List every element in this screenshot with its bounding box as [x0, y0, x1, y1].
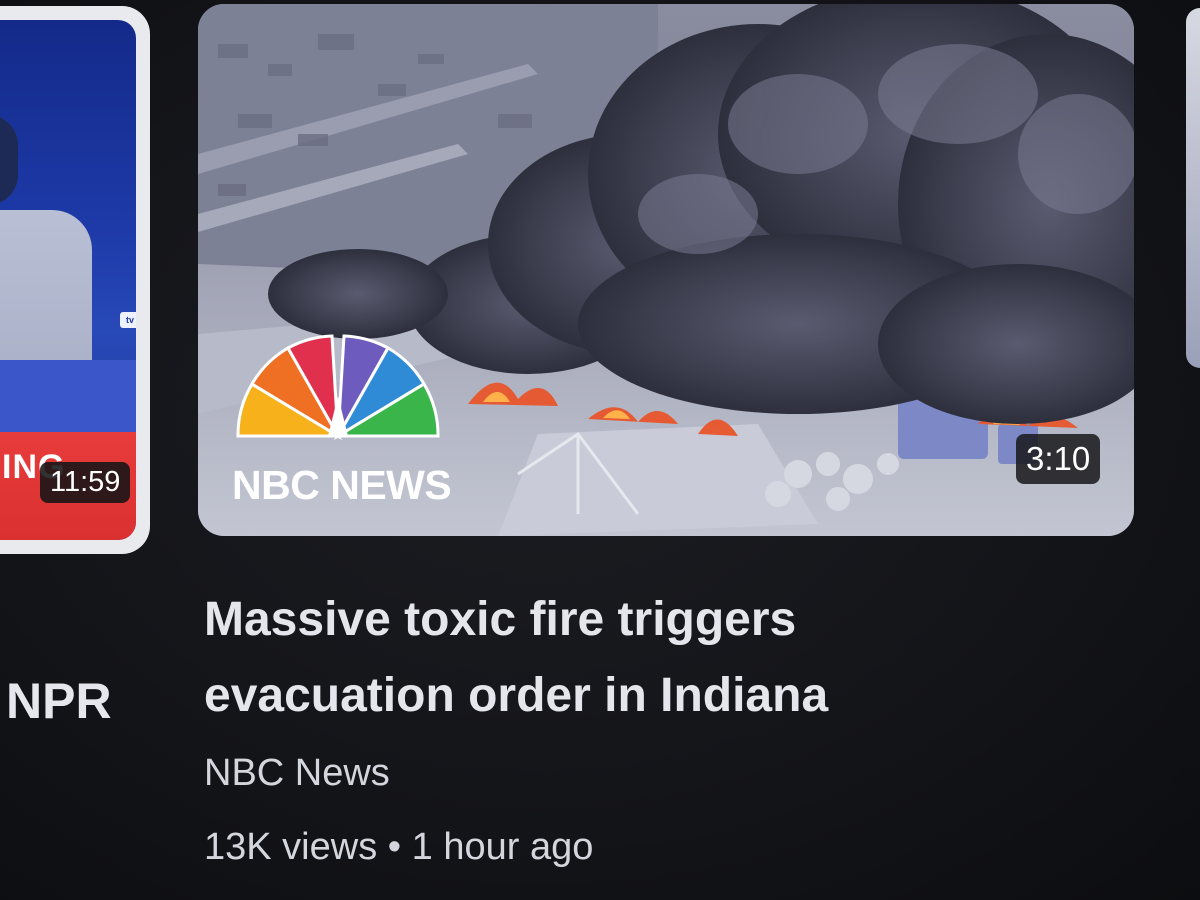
tv-icon: tv: [120, 312, 136, 328]
upload-time: 1 hour ago: [411, 826, 594, 868]
view-count: 13K views: [204, 826, 378, 868]
left-video-channel[interactable]: NPR: [6, 672, 112, 730]
main-video-thumbnail[interactable]: [198, 4, 1134, 536]
presenter-head: [0, 115, 18, 205]
meta-separator: •: [387, 826, 402, 868]
video-metadata: 13K views • 1 hour ago: [204, 826, 593, 869]
studio-desk: [0, 360, 136, 440]
channel-name[interactable]: NBC News: [204, 752, 390, 795]
video-duration-badge: 3:10: [1016, 434, 1101, 484]
left-video-duration: 11:59: [40, 462, 131, 503]
next-video-card-edge[interactable]: [1186, 8, 1200, 368]
video-title[interactable]: Massive toxic fire triggers evacuation o…: [204, 582, 964, 734]
nbc-news-logo-text: NBC NEWS: [232, 462, 452, 508]
fire-scene-image: [198, 4, 1134, 536]
